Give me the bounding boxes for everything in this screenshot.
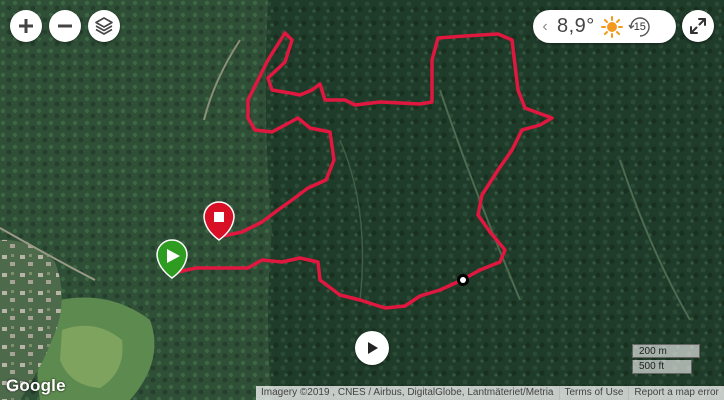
weather-prev-arrow[interactable]: ‹ [537, 18, 553, 36]
weather-widget[interactable]: ‹ 8,9° 15 [533, 10, 676, 43]
attribution-bar: Imagery ©2019 , CNES / Airbus, DigitalGl… [256, 386, 724, 400]
play-icon [368, 342, 378, 354]
scale-imperial: 500 ft [632, 360, 692, 374]
fullscreen-button[interactable] [682, 10, 714, 42]
expand-arrows-icon [690, 18, 706, 34]
time-selector[interactable]: 15 [627, 14, 653, 40]
temperature: 8,9° [557, 15, 595, 37]
stop-icon [214, 212, 224, 222]
layers-icon [95, 17, 113, 35]
position-marker [457, 274, 469, 286]
clock-hour: 15 [633, 20, 646, 33]
scale-metric: 200 m [632, 344, 700, 358]
play-route-button[interactable] [355, 331, 389, 365]
zoom-out-button[interactable] [49, 10, 81, 42]
zoom-in-button[interactable] [10, 10, 42, 42]
report-error-link[interactable]: Report a map error [628, 386, 723, 400]
minus-icon [58, 24, 72, 28]
plus-icon [19, 19, 33, 33]
imagery-credit: Imagery ©2019 , CNES / Airbus, DigitalGl… [261, 387, 554, 398]
google-logo[interactable]: Google [6, 376, 66, 396]
layers-button[interactable] [88, 10, 120, 42]
terms-link[interactable]: Terms of Use [558, 386, 629, 400]
sun-icon [600, 15, 623, 38]
